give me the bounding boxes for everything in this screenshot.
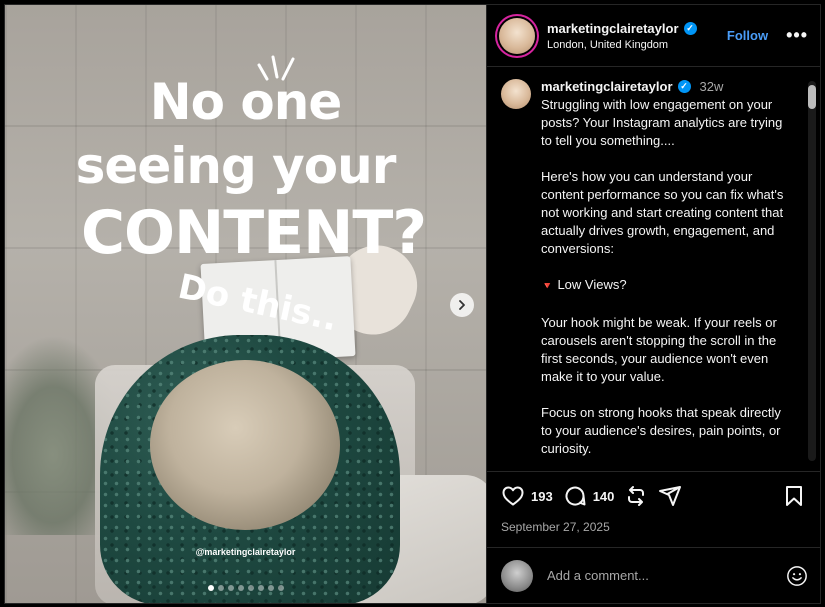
share-button[interactable] [658, 484, 682, 508]
like-button[interactable]: 193 [501, 484, 553, 508]
verified-icon: ✓ [677, 80, 691, 93]
like-count[interactable]: 193 [531, 489, 553, 504]
post-media[interactable]: No one seeing your CONTENT? Do this.. @m… [5, 5, 486, 603]
author-username[interactable]: marketingclairetaylor [547, 21, 679, 36]
author-avatar[interactable] [499, 17, 535, 54]
caption-text: Struggling with low engagement on your p… [541, 96, 788, 458]
slide-headline-line3: CONTENT? [80, 198, 427, 268]
caption: marketingclairetaylor ✓ 32w Struggling w… [501, 79, 804, 471]
caption-subheading: Low Views? [557, 277, 627, 292]
caption-paragraph: Struggling with low engagement on your p… [541, 97, 783, 148]
follow-button[interactable]: Follow [727, 28, 768, 43]
post-actions: 193 140 September 27, 2025 [487, 471, 820, 547]
comment-count[interactable]: 140 [593, 489, 615, 504]
caption-avatar[interactable] [501, 79, 531, 109]
bookmark-icon [786, 486, 802, 506]
post-header: marketingclairetaylor ✓ London, United K… [487, 5, 820, 67]
post-viewer: No one seeing your CONTENT? Do this.. @m… [4, 4, 821, 604]
verified-icon: ✓ [683, 21, 697, 35]
carousel-dot [237, 585, 244, 591]
comments-section[interactable]: marketingclairetaylor ✓ 32w Struggling w… [487, 67, 820, 471]
viewer-avatar [501, 559, 533, 592]
comment-input[interactable] [547, 568, 786, 583]
hair-image [150, 360, 340, 530]
caption-time[interactable]: 32w [700, 79, 724, 94]
share-icon [659, 486, 682, 506]
carousel-dot [217, 585, 224, 591]
chevron-right-icon [459, 300, 465, 310]
carousel-indicator [5, 585, 486, 591]
caption-paragraph: Your hook might be weak. If your reels o… [541, 315, 777, 384]
red-triangle-icon: 🔻 [541, 281, 554, 292]
heart-icon [502, 486, 524, 506]
slide-headline-line1: No one [149, 73, 342, 131]
caption-paragraph: 🔻 Low Views? [541, 276, 788, 296]
caption-username[interactable]: marketingclairetaylor [541, 79, 673, 94]
comment-icon [565, 486, 586, 506]
caption-paragraph: Focus on strong hooks that speak directl… [541, 405, 781, 456]
repost-icon [628, 486, 645, 506]
carousel-dot [277, 585, 284, 591]
scrollbar-thumb[interactable] [808, 85, 816, 109]
comments-scrollbar[interactable] [808, 81, 816, 461]
comment-button[interactable]: 140 [563, 484, 615, 508]
slide-watermark: @marketingclairetaylor [195, 547, 296, 557]
caption-paragraph: Here's how you can understand your conte… [541, 169, 784, 256]
post-location[interactable]: London, United Kingdom [547, 39, 727, 51]
repost-button[interactable] [624, 484, 648, 508]
save-button[interactable] [782, 484, 806, 508]
carousel-dot [267, 585, 274, 591]
slide-headline-line2: seeing your [75, 137, 397, 195]
carousel-dot [247, 585, 254, 591]
post-sidebar: marketingclairetaylor ✓ London, United K… [486, 5, 820, 603]
author-info: marketingclairetaylor ✓ London, United K… [547, 21, 727, 51]
next-slide-button[interactable] [450, 293, 474, 317]
carousel-dot [207, 585, 214, 591]
post-date[interactable]: September 27, 2025 [501, 520, 806, 534]
carousel-dot [227, 585, 234, 591]
carousel-dot [257, 585, 264, 591]
more-icon[interactable]: ••• [786, 25, 808, 46]
emoji-icon[interactable] [786, 565, 808, 587]
comment-composer [487, 547, 820, 603]
